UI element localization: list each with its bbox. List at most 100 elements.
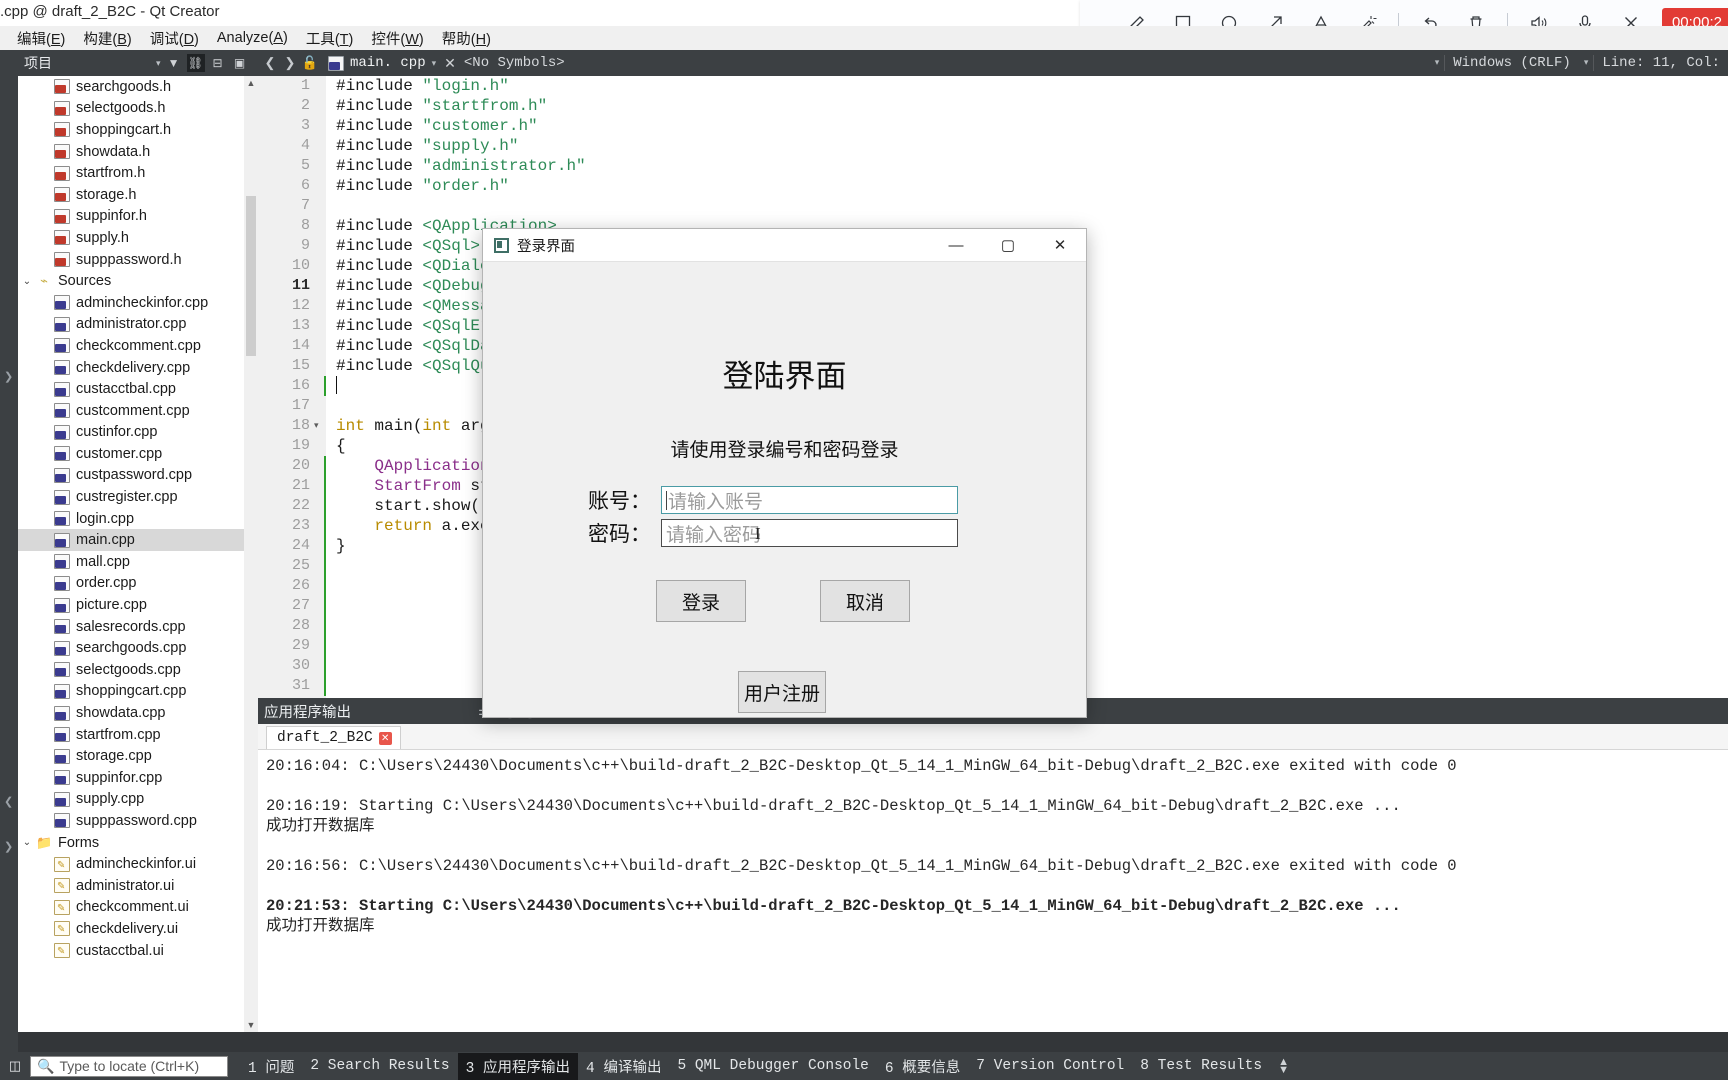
mode-expand-icon-2[interactable]: ❯ <box>4 840 13 853</box>
tree-item-custcomment-cpp[interactable]: custcomment.cpp <box>18 400 244 422</box>
tree-item-storage-cpp[interactable]: storage.cpp <box>18 745 244 767</box>
nav-back-icon[interactable]: ❮ <box>260 52 280 74</box>
tree-item-startfrom-h[interactable]: startfrom.h <box>18 162 244 184</box>
code-line: 1 #include "login.h" <box>258 76 1728 96</box>
tree-item-customer-cpp[interactable]: customer.cpp <box>18 443 244 465</box>
login-button[interactable]: 登录 <box>656 580 746 622</box>
output-line: 20:16:04: C:\Users\24430\Documents\c++\b… <box>266 757 1457 775</box>
symbol-selector[interactable]: <No Symbols> <box>464 55 565 71</box>
menu-item-构建[interactable]: 构建(B) <box>74 26 140 51</box>
menu-item-工具[interactable]: 工具(T) <box>297 26 363 51</box>
account-input[interactable]: 请输入账号 <box>661 486 958 514</box>
encoding-dropdown-icon[interactable]: ▾ <box>1430 58 1445 68</box>
pane-scroll-icons[interactable]: ▲ ▼ <box>1278 1057 1289 1076</box>
scroll-down-icon[interactable]: ▼ <box>244 1018 258 1032</box>
menu-item-编辑[interactable]: 编辑(E) <box>8 26 74 51</box>
tree-item-selectgoods-h[interactable]: selectgoods.h <box>18 98 244 120</box>
scroll-up-icon[interactable]: ▲ <box>244 76 258 90</box>
stop-icon[interactable]: ✕ <box>378 731 392 745</box>
minimize-button[interactable]: — <box>930 229 982 262</box>
tree-item-custacctbal-ui[interactable]: custacctbal.ui <box>18 940 244 962</box>
tree-item-custinfor-cpp[interactable]: custinfor.cpp <box>18 422 244 444</box>
line-ending-indicator[interactable]: Windows (CRLF) <box>1444 55 1579 71</box>
split-icon[interactable]: ⊟ <box>209 54 227 72</box>
menu-item-帮助[interactable]: 帮助(H) <box>433 26 500 51</box>
sidebar-scrollbar[interactable]: ▲ ▼ <box>244 76 258 1032</box>
mode-expand-icon[interactable]: ❮ <box>4 795 13 808</box>
tree-item-checkdelivery-ui[interactable]: checkdelivery.ui <box>18 918 244 940</box>
output-tab-draft[interactable]: draft_2_B2C ✕ <box>266 726 401 749</box>
chevron-down-icon[interactable]: ⌄ <box>18 276 36 287</box>
panel-icon[interactable]: ▣ <box>231 54 249 72</box>
tree-item-startfrom-cpp[interactable]: startfrom.cpp <box>18 724 244 746</box>
output-console[interactable]: 20:16:04: C:\Users\24430\Documents\c++\b… <box>258 750 1728 1032</box>
output-pane-button-8[interactable]: 8 Test Results <box>1132 1055 1270 1077</box>
tree-item-shoppingcart-cpp[interactable]: shoppingcart.cpp <box>18 681 244 703</box>
tree-item-custregister-cpp[interactable]: custregister.cpp <box>18 486 244 508</box>
tree-item-custpassword-cpp[interactable]: custpassword.cpp <box>18 465 244 487</box>
tree-item-salesrecords-cpp[interactable]: salesrecords.cpp <box>18 616 244 638</box>
scroll-thumb[interactable] <box>246 196 256 356</box>
tree-item-showdata-h[interactable]: showdata.h <box>18 141 244 163</box>
tree-item-forms[interactable]: ⌄ 📁 Forms <box>18 832 244 854</box>
tree-item-shoppingcart-h[interactable]: shoppingcart.h <box>18 119 244 141</box>
tree-item-showdata-cpp[interactable]: showdata.cpp <box>18 702 244 724</box>
fold-arrow-icon[interactable]: ▾ <box>314 416 324 436</box>
tree-item-main-cpp[interactable]: main.cpp <box>18 529 244 552</box>
tree-item-supply-h[interactable]: supply.h <box>18 227 244 249</box>
tree-item-checkdelivery-cpp[interactable]: checkdelivery.cpp <box>18 357 244 379</box>
tree-item-custacctbal-cpp[interactable]: custacctbal.cpp <box>18 378 244 400</box>
chevron-down-icon[interactable]: ⌄ <box>18 837 36 848</box>
output-pane-button-5[interactable]: 5 QML Debugger Console <box>669 1055 876 1077</box>
maximize-button[interactable]: ▢ <box>982 229 1034 262</box>
output-pane-button-2[interactable]: 2 Search Results <box>302 1055 457 1077</box>
project-tree[interactable]: searchgoods.h selectgoods.h shoppingcart.h… <box>18 76 244 1032</box>
password-input[interactable]: 请输入密码 <box>661 519 958 547</box>
tree-item-supppassword-h[interactable]: supppassword.h <box>18 249 244 271</box>
tree-item-administrator-ui[interactable]: administrator.ui <box>18 875 244 897</box>
tree-item-selectgoods-cpp[interactable]: selectgoods.cpp <box>18 659 244 681</box>
tree-item-mall-cpp[interactable]: mall.cpp <box>18 551 244 573</box>
dialog-close-button[interactable]: ✕ <box>1034 229 1086 262</box>
tree-item-storage-h[interactable]: storage.h <box>18 184 244 206</box>
menu-item-Analyze[interactable]: Analyze(A) <box>208 28 297 48</box>
sidebar-toggle-icon[interactable]: ◫ <box>4 1056 26 1076</box>
output-pane-button-7[interactable]: 7 Version Control <box>968 1055 1132 1077</box>
output-pane-button-1[interactable]: 1 问题 <box>240 1053 302 1080</box>
nav-forward-icon[interactable]: ❯ <box>280 52 300 74</box>
lock-icon[interactable]: 🔓 <box>300 52 320 74</box>
dialog-title-bar[interactable]: 登录界面 — ▢ ✕ <box>483 229 1086 262</box>
output-pane-button-4[interactable]: 4 编译输出 <box>578 1053 669 1080</box>
tree-item-admincheckinfor-ui[interactable]: admincheckinfor.ui <box>18 853 244 875</box>
tree-item-admincheckinfor-cpp[interactable]: admincheckinfor.cpp <box>18 292 244 314</box>
tree-item-supply-cpp[interactable]: supply.cpp <box>18 789 244 811</box>
folder-icon: 📁 <box>36 834 53 850</box>
tree-item-sources[interactable]: ⌄ ⌁ Sources <box>18 270 244 292</box>
output-pane-button-6[interactable]: 6 概要信息 <box>877 1053 968 1080</box>
link-icon[interactable]: ⛓ <box>186 54 205 72</box>
editor-close-icon[interactable]: ✕ <box>444 55 456 72</box>
cancel-button[interactable]: 取消 <box>820 580 910 622</box>
output-pane-button-3[interactable]: 3 应用程序输出 <box>457 1052 579 1080</box>
filter-icon[interactable]: ▼ <box>165 54 183 72</box>
chevron-down-icon[interactable]: ▾ <box>156 58 161 69</box>
editor-file-selector[interactable]: main. cpp <box>328 55 426 71</box>
tree-item-administrator-cpp[interactable]: administrator.cpp <box>18 314 244 336</box>
tree-item-supppassword-cpp[interactable]: supppassword.cpp <box>18 810 244 832</box>
tree-item-suppinfor-h[interactable]: suppinfor.h <box>18 206 244 228</box>
tree-item-order-cpp[interactable]: order.cpp <box>18 573 244 595</box>
tree-item-searchgoods-cpp[interactable]: searchgoods.cpp <box>18 637 244 659</box>
tree-item-login-cpp[interactable]: login.cpp <box>18 508 244 530</box>
line-ending-dropdown-icon[interactable]: ▾ <box>1579 58 1594 68</box>
tree-item-suppinfor-cpp[interactable]: suppinfor.cpp <box>18 767 244 789</box>
tree-item-checkcomment-cpp[interactable]: checkcomment.cpp <box>18 335 244 357</box>
file-dropdown-icon[interactable]: ▾ <box>432 58 437 69</box>
register-button[interactable]: 用户注册 <box>738 671 826 713</box>
tree-item-searchgoods-h[interactable]: searchgoods.h <box>18 76 244 98</box>
menu-item-控件[interactable]: 控件(W) <box>362 26 432 51</box>
menu-item-调试[interactable]: 调试(D) <box>141 26 208 51</box>
tree-item-checkcomment-ui[interactable]: checkcomment.ui <box>18 897 244 919</box>
locator-search[interactable]: 🔍 Type to locate (Ctrl+K) <box>30 1055 228 1077</box>
tree-item-picture-cpp[interactable]: picture.cpp <box>18 594 244 616</box>
mode-collapse-icon[interactable]: ❯ <box>4 370 13 383</box>
